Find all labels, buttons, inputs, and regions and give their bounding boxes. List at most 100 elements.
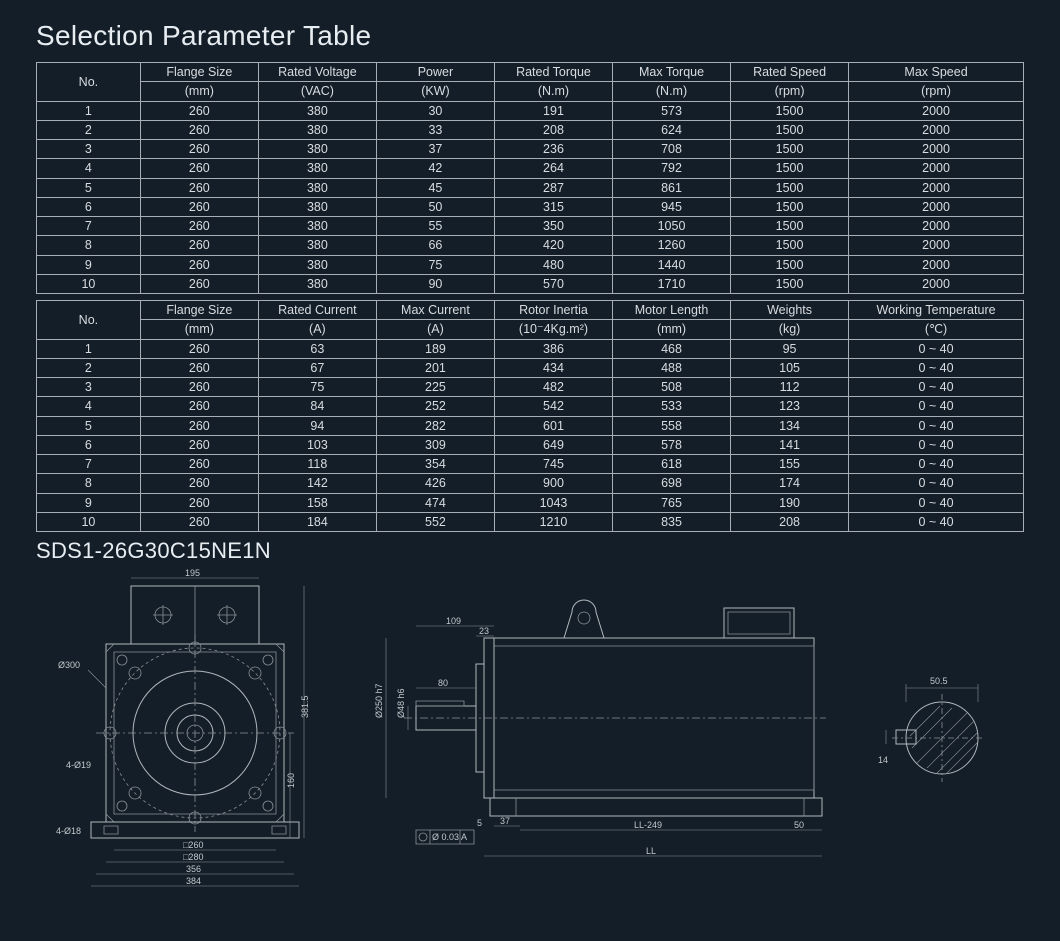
- cell: 118: [258, 455, 376, 474]
- cell: 1050: [613, 217, 731, 236]
- th-unit: (A): [376, 320, 494, 339]
- cell: 2000: [849, 101, 1024, 120]
- th: Rated Voltage: [258, 63, 376, 82]
- cell: 260: [140, 512, 258, 531]
- cell: 190: [731, 493, 849, 512]
- cell: 105: [731, 358, 849, 377]
- table-row: 32603803723670815002000: [37, 140, 1024, 159]
- cell: 103: [258, 435, 376, 454]
- cell: 2000: [849, 274, 1024, 293]
- cell: 208: [731, 512, 849, 531]
- cell: 380: [258, 140, 376, 159]
- technical-drawings: 195 Ø300 4-Ø19 4-Ø18 381.5 160 □260 □280…: [36, 568, 1024, 898]
- cell: 2000: [849, 178, 1024, 197]
- cell: 50: [376, 197, 494, 216]
- cell: 624: [613, 120, 731, 139]
- th: Power: [376, 63, 494, 82]
- cell: 260: [140, 255, 258, 274]
- cell: 1500: [731, 178, 849, 197]
- cell: 66: [376, 236, 494, 255]
- dim-hole19: 4-Ø19: [66, 760, 91, 770]
- cell: 380: [258, 255, 376, 274]
- dim-300: Ø300: [58, 660, 80, 670]
- th-unit: (℃): [849, 320, 1024, 339]
- cell: 0 ~ 40: [849, 512, 1024, 531]
- cell: 264: [494, 159, 612, 178]
- cell: 260: [140, 140, 258, 159]
- cell: 618: [613, 455, 731, 474]
- cell: 10: [37, 512, 141, 531]
- th-no: No.: [37, 301, 141, 340]
- cell: 1260: [613, 236, 731, 255]
- table-row: 1026038090570171015002000: [37, 274, 1024, 293]
- cell: 84: [258, 397, 376, 416]
- dim-280: □280: [183, 852, 203, 862]
- cell: 2: [37, 120, 141, 139]
- cell: 260: [140, 416, 258, 435]
- cell: 1500: [731, 159, 849, 178]
- cell: 75: [258, 378, 376, 397]
- th: Flange Size: [140, 63, 258, 82]
- cell: 260: [140, 493, 258, 512]
- cell: 0 ~ 40: [849, 455, 1024, 474]
- th: Flange Size: [140, 301, 258, 320]
- cell: 2000: [849, 159, 1024, 178]
- table-row: 4260842525425331230 ~ 40: [37, 397, 1024, 416]
- cell: 1210: [494, 512, 612, 531]
- cell: 900: [494, 474, 612, 493]
- table-row: 3260752254825081120 ~ 40: [37, 378, 1024, 397]
- table-row: 62601033096495781410 ~ 40: [37, 435, 1024, 454]
- cell: 2000: [849, 217, 1024, 236]
- cell: 945: [613, 197, 731, 216]
- cell: 30: [376, 101, 494, 120]
- cell: 4: [37, 397, 141, 416]
- th-unit: (KW): [376, 82, 494, 101]
- cell: 155: [731, 455, 849, 474]
- cell: 1710: [613, 274, 731, 293]
- th: Rotor Inertia: [494, 301, 612, 320]
- cell: 2000: [849, 120, 1024, 139]
- cell: 533: [613, 397, 731, 416]
- cell: 10: [37, 274, 141, 293]
- cell: 287: [494, 178, 612, 197]
- cell: 1500: [731, 274, 849, 293]
- cell: 260: [140, 435, 258, 454]
- cell: 37: [376, 140, 494, 159]
- table-row: 926038075480144015002000: [37, 255, 1024, 274]
- cell: 468: [613, 339, 731, 358]
- cell: 191: [494, 101, 612, 120]
- cell: 552: [376, 512, 494, 531]
- th: Max Current: [376, 301, 494, 320]
- cell: 260: [140, 274, 258, 293]
- cell: 570: [494, 274, 612, 293]
- cell: 558: [613, 416, 731, 435]
- cell: 260: [140, 378, 258, 397]
- th-unit: (mm): [613, 320, 731, 339]
- cell: 380: [258, 101, 376, 120]
- cell: 7: [37, 455, 141, 474]
- dim-tol: Ø 0.03 A: [432, 832, 467, 842]
- cell: 260: [140, 101, 258, 120]
- th-unit: (rpm): [731, 82, 849, 101]
- dim-80: 80: [438, 678, 448, 688]
- table-row: 826038066420126015002000: [37, 236, 1024, 255]
- cell: 9: [37, 255, 141, 274]
- cell: 508: [613, 378, 731, 397]
- cell: 542: [494, 397, 612, 416]
- cell: 1: [37, 339, 141, 358]
- th: Rated Torque: [494, 63, 612, 82]
- dim-23: 23: [479, 626, 489, 636]
- cell: 5: [37, 178, 141, 197]
- cell: 2: [37, 358, 141, 377]
- cell: 5: [37, 416, 141, 435]
- th: Motor Length: [613, 301, 731, 320]
- cell: 386: [494, 339, 612, 358]
- cell: 6: [37, 435, 141, 454]
- cell: 158: [258, 493, 376, 512]
- cell: 2000: [849, 236, 1024, 255]
- th-unit: (N.m): [494, 82, 612, 101]
- cell: 1500: [731, 197, 849, 216]
- cell: 201: [376, 358, 494, 377]
- cell: 380: [258, 274, 376, 293]
- th: Rated Speed: [731, 63, 849, 82]
